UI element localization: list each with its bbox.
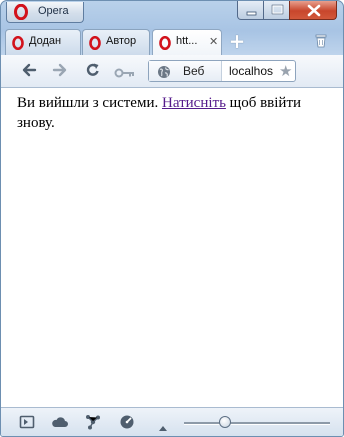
reload-icon[interactable] [85, 62, 101, 82]
forward-arrow-icon[interactable] [52, 62, 68, 82]
back-arrow-icon[interactable] [21, 62, 37, 82]
maximize-icon [271, 4, 284, 15]
trash-icon[interactable] [313, 33, 329, 53]
key-icon[interactable] [114, 64, 136, 83]
tab-2-label: Автор [106, 35, 137, 47]
unite-icon[interactable] [85, 414, 101, 434]
zoom-slider[interactable] [184, 416, 330, 428]
url-text[interactable]: localhos [229, 64, 279, 78]
tab-1[interactable]: Додан [5, 29, 81, 55]
bookmark-star-icon[interactable]: ★ [279, 62, 292, 80]
opera-favicon-icon [159, 35, 171, 54]
panel-icon[interactable] [19, 414, 35, 434]
close-window-button[interactable] [289, 1, 337, 20]
status-bar [1, 407, 343, 436]
tab-1-label: Додан [29, 35, 62, 47]
opera-favicon-icon [89, 35, 101, 54]
web-badge[interactable]: Веб [149, 61, 222, 81]
cloud-icon[interactable] [51, 414, 69, 434]
maximize-button[interactable] [263, 1, 290, 20]
page-content: Ви вийшли з системи. Натисніть щоб ввійт… [1, 88, 343, 407]
new-tab-button[interactable]: + [228, 31, 246, 51]
close-icon [307, 4, 321, 17]
minimize-button[interactable] [237, 1, 264, 20]
tab-2[interactable]: Автор [82, 29, 150, 55]
tab-close-icon[interactable]: ✕ [209, 36, 218, 48]
tab-strip: Додан Автор htt... ✕ + [1, 29, 343, 56]
login-again-link[interactable]: Натисніть [162, 95, 226, 111]
tab-3-label: htt... [176, 35, 198, 47]
opera-menu-button[interactable]: Opera [6, 2, 84, 23]
speed-dial-icon[interactable] [119, 414, 135, 434]
tab-3-active[interactable]: htt... ✕ [152, 29, 222, 56]
browser-window: Opera Додан Автор htt... ✕ + Веб localho… [0, 0, 344, 437]
minimize-icon [246, 11, 257, 16]
title-bar: Opera [1, 1, 343, 27]
navigation-toolbar: Веб localhos ★ [1, 55, 343, 88]
globe-icon [157, 64, 171, 83]
logout-message: Ви вийшли з системи. Натисніть щоб ввійт… [17, 93, 335, 133]
opera-logo-icon [14, 3, 28, 24]
opera-menu-label: Opera [38, 5, 69, 17]
up-arrow-icon[interactable] [158, 417, 168, 436]
web-badge-label: Веб [183, 64, 205, 78]
zoom-slider-handle[interactable] [219, 416, 231, 428]
logout-text: Ви вийшли з системи. [17, 95, 162, 111]
address-bar[interactable]: Веб localhos ★ [148, 60, 296, 82]
opera-favicon-icon [12, 35, 24, 54]
